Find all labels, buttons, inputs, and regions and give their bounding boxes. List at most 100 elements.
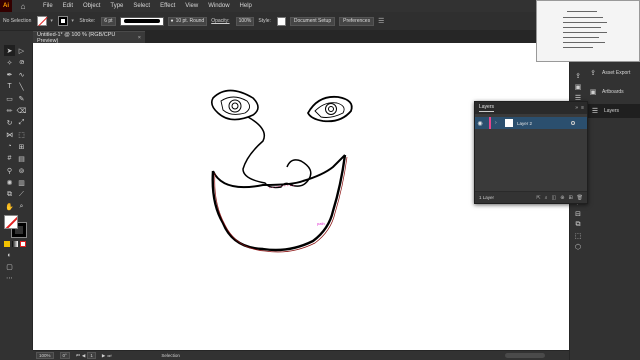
menu-type[interactable]: Type [105,0,128,12]
search-icon[interactable]: ⌕ [545,195,548,201]
layers-tab[interactable]: Layers [479,104,495,112]
expand-chevron-icon[interactable]: › [495,120,501,126]
collapse-icon[interactable]: » [575,105,578,111]
variable-width-profile[interactable] [119,16,164,26]
panel-menu-icon[interactable]: ≡ [581,105,584,111]
layers-panel-button[interactable]: ☰ Layers [586,104,640,118]
pathfinder-icon[interactable]: ⧉ [576,221,581,229]
chevron-down-icon[interactable]: ▾ [50,16,54,26]
type-tool-icon[interactable]: T [4,81,15,92]
fill-stroke-control[interactable] [4,215,30,238]
layers-panel-header[interactable]: Layers » ≡ [475,102,587,114]
brush-definition-field[interactable]: ● 10 pt. Round [167,16,208,26]
blend-tool-icon[interactable]: ⊚ [16,165,27,176]
shape-builder-tool-icon[interactable]: ◔ [4,141,15,152]
mesh-tool-icon[interactable]: # [4,153,15,164]
zoom-field[interactable]: 100% [36,352,54,359]
draw-mode-icon[interactable]: ◐ [4,250,15,261]
control-bar: No Selection ▾ ▾ Stroke: 6 pt ● 10 pt. R… [0,12,536,31]
none-mode-button[interactable] [20,241,26,247]
asset-export-label: Asset Export [602,70,631,76]
visibility-eye-icon[interactable]: ◉ [475,120,485,127]
hand-tool-icon[interactable]: ✋ [4,201,15,212]
direct-selection-tool-icon[interactable]: ▷ [16,45,27,56]
new-layer-icon[interactable]: ⊞ [568,195,572,201]
gradient-mode-button[interactable] [12,241,18,247]
menu-help[interactable]: Help [235,0,257,12]
prev-artboard-icon[interactable]: ◀ [82,353,85,359]
edit-toolbar-icon[interactable]: ⋯ [4,272,15,283]
rectangle-tool-icon[interactable]: ▭ [4,93,15,104]
rotate-tool-icon[interactable]: ↻ [4,117,15,128]
paintbrush-tool-icon[interactable]: ✎ [16,93,27,104]
artboard-tool-icon[interactable]: ⧉ [4,189,15,200]
artboards-icon: ▣ [589,89,597,96]
first-artboard-icon[interactable]: ⏮ [76,353,80,358]
free-transform-tool-icon[interactable]: ⬚ [16,129,27,140]
home-icon[interactable]: ⌂ [18,0,28,12]
gradient-tool-icon[interactable]: ▤ [16,153,27,164]
zoom-tool-icon[interactable]: ⌕ [16,201,27,212]
width-tool-icon[interactable]: ⋈ [4,129,15,140]
perspective-grid-tool-icon[interactable]: ⊞ [16,141,27,152]
last-artboard-icon[interactable]: ⏭ [107,353,111,358]
graphic-style-swatch[interactable] [276,16,286,26]
new-sublayer-icon[interactable]: ⊕ [560,195,564,201]
menu-file[interactable]: File [38,0,58,12]
horizontal-scrollbar[interactable] [505,353,545,358]
arrange-icon[interactable]: ☰ [378,16,388,26]
artboards-icon[interactable]: ▣ [575,83,582,91]
delete-icon[interactable]: 🗑 [577,195,583,201]
document-tab[interactable]: Untitled-1* @ 100 % (RGB/CPU Preview) × [33,31,145,44]
layer-target-icon[interactable] [571,121,575,125]
curvature-tool-icon[interactable]: ∿ [16,69,27,80]
align-icon[interactable]: ⊟ [575,210,581,218]
scale-tool-icon[interactable]: ⤢ [16,117,27,128]
menu-window[interactable]: Window [203,0,234,12]
chevron-down-icon[interactable]: ▾ [71,16,75,26]
line-tool-icon[interactable]: ╲ [16,81,27,92]
window-thumbnail[interactable] [536,0,640,62]
layers-icon: ☰ [591,108,599,115]
asset-export-panel-button[interactable]: ⇪ Asset Export [588,66,630,80]
layer-row[interactable]: ◉ › Layer 2 [475,117,587,129]
pencil-tool-icon[interactable]: ✏ [4,105,15,116]
opacity-field[interactable]: 100% [235,16,255,26]
rotation-field[interactable]: 0° [59,352,70,359]
preferences-button[interactable]: Preferences [339,16,375,26]
column-graph-tool-icon[interactable]: ▥ [16,177,27,188]
next-artboard-icon[interactable]: ▶ [102,353,105,359]
fill-color-box[interactable] [4,215,18,229]
brush-dot-icon: ● [170,18,174,24]
screen-mode-icon[interactable]: ▢ [4,261,15,272]
3d-icon[interactable]: ⬡ [575,243,581,251]
layer-name[interactable]: Layer 2 [517,121,571,126]
lasso-tool-icon[interactable]: ര [16,57,27,68]
slice-tool-icon[interactable]: ⟋ [16,189,27,200]
close-icon[interactable]: × [138,35,141,41]
pen-tool-icon[interactable]: ✒ [4,69,15,80]
magic-wand-tool-icon[interactable]: ✧ [4,57,15,68]
stroke-swatch[interactable] [58,16,69,26]
export-icon[interactable]: ⇱ [536,195,540,201]
color-mode-button[interactable] [4,241,10,247]
artboards-panel-button[interactable]: ▣ Artboards [588,85,624,99]
stroke-weight-field[interactable]: 6 pt [101,16,116,26]
document-setup-button[interactable]: Document Setup [289,16,336,26]
eraser-tool-icon[interactable]: ⌫ [16,105,27,116]
eyedropper-tool-icon[interactable]: ⚲ [4,165,15,176]
menu-edit[interactable]: Edit [58,0,78,12]
menu-view[interactable]: View [180,0,203,12]
menu-effect[interactable]: Effect [155,0,180,12]
selection-tool-icon[interactable]: ➤ [4,45,15,56]
transform-icon[interactable]: ⬚ [575,232,582,240]
thumbnail-line [563,37,599,38]
symbol-sprayer-tool-icon[interactable]: ✺ [4,177,15,188]
fill-swatch[interactable] [37,16,48,26]
clipping-mask-icon[interactable]: ◫ [552,195,557,201]
right-pupil-outer [325,103,337,115]
menu-select[interactable]: Select [128,0,155,12]
artboard-number-field[interactable]: 1 [87,352,96,359]
asset-export-icon[interactable]: ⇪ [575,72,581,80]
menu-object[interactable]: Object [78,0,105,12]
